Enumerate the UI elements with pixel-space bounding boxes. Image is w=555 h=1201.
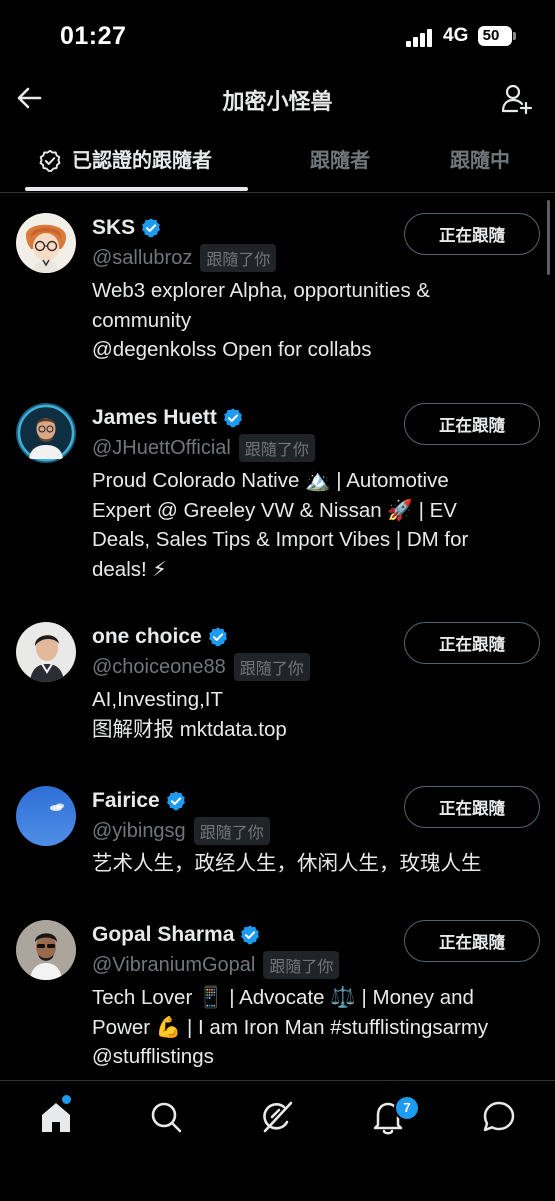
bio-line: Power 💪 | I am Iron Man #stufflistingsar…	[92, 1015, 489, 1039]
user-bio: Web3 explorer Alpha, opportunities & com…	[92, 276, 532, 365]
handle-line: @VibraniumGopal 跟隨了你	[92, 951, 340, 979]
tab-bar: 已認證的跟隨者 跟隨者 跟隨中	[0, 130, 555, 193]
bio-line: @stufflistings	[92, 1045, 214, 1068]
verified-badge-icon	[241, 925, 260, 945]
battery-level: 50	[482, 27, 500, 44]
name-line: Gopal Sharma	[92, 920, 261, 950]
verified-badge-icon	[208, 627, 227, 647]
grok-icon	[263, 1101, 293, 1133]
tab-verified-followers[interactable]: 已認證的跟隨者	[72, 130, 212, 192]
avatar[interactable]	[16, 786, 76, 846]
following-button[interactable]: 正在跟隨	[404, 403, 540, 445]
display-name[interactable]: Gopal Sharma	[92, 923, 234, 947]
handle-line: @JHuettOfficial 跟隨了你	[92, 434, 315, 462]
nav-grok[interactable]	[255, 1095, 299, 1139]
status-time: 01:27	[60, 22, 127, 50]
name-line: Fairice	[92, 786, 187, 816]
user-bio: 艺术人生，政经人生，休闲人生，玫瑰人生	[92, 849, 532, 879]
display-name[interactable]: SKS	[92, 216, 135, 240]
nav-messages[interactable]	[477, 1095, 521, 1139]
bio-line: community	[92, 308, 192, 332]
bio-line: @degenkolss Open for collabs	[92, 338, 372, 361]
network-type: 4G	[443, 25, 469, 46]
name-line: James Huett	[92, 403, 244, 433]
following-button[interactable]: 正在跟隨	[404, 622, 540, 664]
battery-icon: 50	[478, 26, 516, 46]
bio-line: Expert @ Greeley VW & Nissan 🚀 | EV	[92, 498, 457, 522]
user-handle[interactable]: @choiceone88	[92, 656, 226, 679]
bio-line: AI,Investing,IT	[92, 688, 224, 711]
home-icon	[42, 1103, 70, 1132]
bottom-nav: 7	[0, 1080, 555, 1201]
avatar[interactable]	[16, 403, 76, 463]
page-title: 加密小怪兽	[222, 89, 333, 114]
follows-you-badge: 跟隨了你	[193, 817, 270, 845]
follows-you-badge: 跟隨了你	[263, 951, 340, 979]
follows-you-badge: 跟隨了你	[233, 653, 310, 681]
user-bio: Tech Lover 📱 | Advocate ⚖️ | Money and P…	[92, 983, 532, 1072]
nav-search[interactable]	[144, 1095, 188, 1139]
header: 加密小怪兽	[0, 70, 555, 128]
display-name[interactable]: one choice	[92, 625, 202, 649]
nav-home[interactable]	[34, 1095, 78, 1139]
search-icon	[151, 1102, 182, 1133]
verified-badge-icon	[142, 218, 161, 238]
tab-following[interactable]: 跟隨中	[450, 130, 510, 192]
tab-followers[interactable]: 跟隨者	[310, 130, 370, 192]
user-handle[interactable]: @JHuettOfficial	[92, 437, 231, 460]
bio-line: 艺术人生，政经人生，休闲人生，玫瑰人生	[92, 852, 482, 875]
bio-line: 图解财报 mktdata.top	[92, 717, 287, 741]
add-user-button[interactable]	[500, 82, 534, 116]
signal-icon	[406, 29, 436, 47]
add-user-icon	[501, 84, 533, 115]
name-line: one choice	[92, 622, 229, 652]
bio-line: deals! ⚡	[92, 557, 167, 581]
scrollbar[interactable]	[547, 200, 550, 275]
handle-line: @yibingsg 跟隨了你	[92, 817, 270, 845]
following-button[interactable]: 正在跟隨	[404, 920, 540, 962]
notification-count-badge: 7	[394, 1095, 420, 1121]
bio-line: Tech Lover 📱 | Advocate ⚖️ | Money and	[92, 986, 474, 1009]
user-handle[interactable]: @sallubroz	[92, 247, 192, 270]
verified-badge-icon	[166, 791, 185, 811]
avatar[interactable]	[16, 213, 76, 273]
messages-icon	[483, 1101, 515, 1132]
name-line: SKS	[92, 213, 162, 243]
bio-line: Proud Colorado Native 🏔️ | Automotive	[92, 469, 449, 492]
avatar[interactable]	[16, 920, 76, 980]
verified-badge-icon	[223, 408, 242, 428]
verified-check-icon	[39, 149, 61, 172]
follows-you-badge: 跟隨了你	[238, 434, 315, 462]
status-bar: 01:27 4G 50	[0, 0, 555, 70]
bio-line: Deals, Sales Tips & Import Vibes | DM fo…	[92, 528, 469, 551]
follows-you-badge: 跟隨了你	[200, 244, 277, 272]
active-tab-indicator	[25, 187, 248, 191]
handle-line: @sallubroz 跟隨了你	[92, 244, 277, 272]
user-bio: AI,Investing,IT 图解财报 mktdata.top	[92, 685, 532, 744]
display-name[interactable]: Fairice	[92, 789, 160, 813]
user-bio: Proud Colorado Native 🏔️ | Automotive Ex…	[92, 466, 532, 584]
user-handle[interactable]: @VibraniumGopal	[92, 954, 255, 977]
bio-line: Web3 explorer Alpha, opportunities &	[92, 279, 431, 302]
following-button[interactable]: 正在跟隨	[404, 213, 540, 255]
home-unread-dot	[62, 1095, 71, 1104]
user-handle[interactable]: @yibingsg	[92, 820, 186, 843]
avatar[interactable]	[16, 622, 76, 682]
following-button[interactable]: 正在跟隨	[404, 786, 540, 828]
display-name[interactable]: James Huett	[92, 406, 217, 430]
handle-line: @choiceone88 跟隨了你	[92, 653, 310, 681]
